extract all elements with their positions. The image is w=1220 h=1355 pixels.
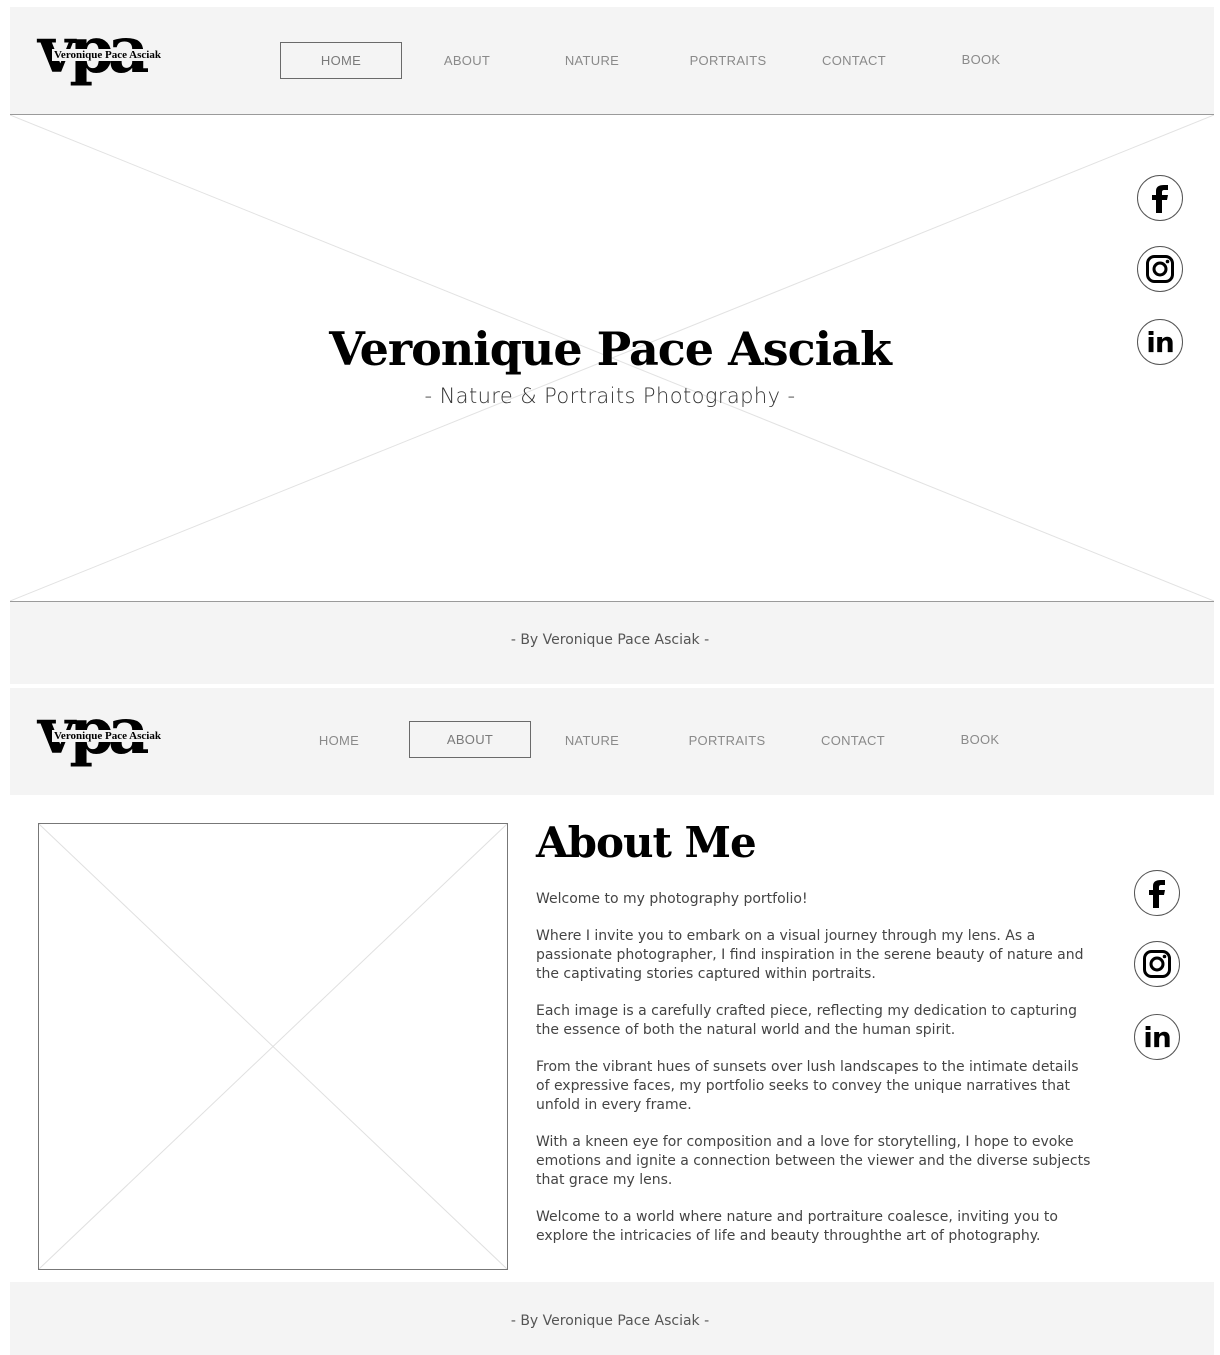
- nav-label: CONTACT: [822, 53, 886, 68]
- nav-home[interactable]: HOME: [280, 42, 402, 79]
- footer-text: - By Veronique Pace Asciak -: [510, 632, 710, 648]
- nav-contact[interactable]: CONTACT: [792, 722, 914, 759]
- instagram-icon: [1146, 255, 1174, 283]
- about-body: Welcome to my photography portfolio! Whe…: [536, 890, 1096, 1264]
- about-paragraph: Welcome to a world where nature and port…: [536, 1209, 1058, 1244]
- instagram-link[interactable]: [1137, 246, 1183, 292]
- nav-about[interactable]: ABOUT: [406, 42, 528, 79]
- about-paragraph: With a kneen eye for composition and a l…: [536, 1134, 1091, 1188]
- nav-nature[interactable]: NATURE: [531, 42, 653, 79]
- nav-label: NATURE: [564, 733, 620, 748]
- linkedin-link[interactable]: in: [1134, 1014, 1180, 1060]
- about-paragraph: Welcome to my photography portfolio!: [536, 891, 808, 907]
- about-paragraph: Where I invite you to embark on a visual…: [536, 928, 1084, 982]
- nav-nature[interactable]: NATURE: [531, 722, 653, 759]
- facebook-icon: [1152, 185, 1168, 213]
- hero-title: Veronique Pace Asciak: [329, 322, 892, 376]
- facebook-link[interactable]: [1134, 870, 1180, 916]
- nav-about[interactable]: ABOUT: [409, 721, 531, 758]
- about-paragraph: From the vibrant hues of sunsets over lu…: [536, 1059, 1079, 1113]
- linkedin-link[interactable]: in: [1137, 319, 1183, 365]
- nav-label: BOOK: [960, 732, 1000, 747]
- nav-label: CONTACT: [821, 733, 885, 748]
- nav-home[interactable]: HOME: [278, 722, 400, 759]
- about-paragraph: Each image is a carefully crafted piece,…: [536, 1003, 1077, 1038]
- logo[interactable]: vpa Veronique Pace Asciak: [38, 19, 178, 103]
- nav-contact[interactable]: CONTACT: [793, 42, 915, 79]
- nav-book[interactable]: BOOK: [920, 41, 1042, 78]
- linkedin-icon: in: [1143, 1020, 1172, 1054]
- nav-portraits[interactable]: PORTRAITS: [667, 42, 789, 79]
- facebook-icon: [1149, 880, 1165, 908]
- nav-label: BOOK: [961, 52, 1001, 67]
- nav-label: NATURE: [564, 53, 620, 68]
- nav-label: ABOUT: [443, 53, 491, 68]
- facebook-link[interactable]: [1137, 175, 1183, 221]
- instagram-link[interactable]: [1134, 941, 1180, 987]
- hero-subtitle: - Nature & Portraits Photography -: [424, 384, 796, 408]
- nav-label: HOME: [318, 733, 360, 748]
- footer-text: - By Veronique Pace Asciak -: [510, 1313, 710, 1329]
- linkedin-icon: in: [1146, 325, 1175, 359]
- nav-label: PORTRAITS: [688, 733, 766, 748]
- nav-label: HOME: [320, 53, 362, 68]
- nav-book[interactable]: BOOK: [919, 721, 1041, 758]
- instagram-icon: [1143, 950, 1171, 978]
- nav-portraits[interactable]: PORTRAITS: [666, 722, 788, 759]
- logo-name: Veronique Pace Asciak: [52, 49, 163, 62]
- nav-label: PORTRAITS: [689, 53, 767, 68]
- logo[interactable]: vpa Veronique Pace Asciak: [38, 700, 178, 784]
- about-image-placeholder: [38, 823, 508, 1270]
- nav-label: ABOUT: [446, 732, 494, 747]
- placeholder-cross: [39, 824, 507, 1269]
- about-title: About Me: [536, 818, 757, 867]
- logo-name: Veronique Pace Asciak: [52, 730, 163, 743]
